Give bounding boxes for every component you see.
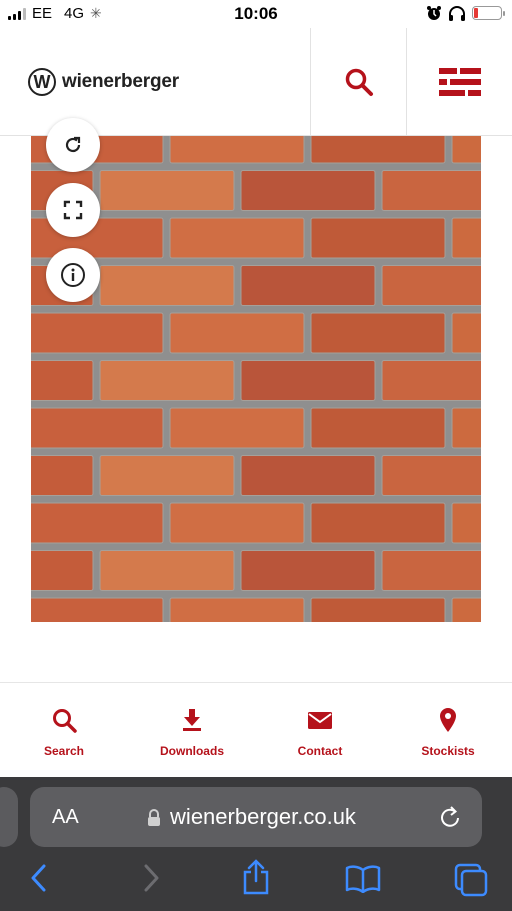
- reload-icon[interactable]: [438, 804, 462, 830]
- previous-tab-preview[interactable]: [0, 787, 18, 847]
- nav-search-label: Search: [43, 744, 85, 758]
- headphones-icon: [449, 6, 465, 21]
- battery-icon: [472, 6, 505, 20]
- bookmarks-icon[interactable]: [345, 865, 381, 893]
- nav-stockists-label: Stockists: [421, 744, 475, 758]
- location-pin-icon: [440, 708, 456, 732]
- address-bar[interactable]: AA wienerberger.co.uk: [30, 787, 482, 847]
- brand-name: wienerberger: [62, 71, 179, 92]
- nav-downloads-label: Downloads: [159, 744, 224, 758]
- mail-icon: [308, 712, 332, 729]
- download-icon: [183, 709, 201, 731]
- info-icon: [61, 263, 85, 287]
- url-text: wienerberger.co.uk: [170, 804, 356, 829]
- rotate-button[interactable]: [46, 118, 100, 172]
- back-icon[interactable]: [28, 863, 50, 893]
- nav-contact-label: Contact: [297, 744, 343, 758]
- header-search-button[interactable]: [311, 28, 406, 135]
- info-button[interactable]: [46, 248, 100, 302]
- share-icon[interactable]: [241, 859, 271, 895]
- brick-menu-icon: [438, 67, 481, 96]
- nav-stockists[interactable]: Stockists: [384, 707, 512, 758]
- nav-downloads[interactable]: Downloads: [128, 707, 256, 758]
- logo-mark-icon: W: [28, 68, 56, 96]
- status-bar: EE 4G ✳ 10:06: [0, 0, 512, 28]
- bottom-nav: Search Downloads Contact Stockists: [0, 682, 512, 778]
- status-right: [426, 5, 505, 21]
- nav-search[interactable]: Search: [0, 707, 128, 758]
- tabs-icon[interactable]: [454, 863, 488, 897]
- fullscreen-icon: [63, 200, 83, 220]
- search-icon: [345, 68, 373, 96]
- fullscreen-button[interactable]: [46, 183, 100, 237]
- nav-contact[interactable]: Contact: [256, 707, 384, 758]
- alarm-icon: [427, 6, 441, 20]
- search-icon: [53, 709, 77, 733]
- forward-icon[interactable]: [140, 863, 162, 893]
- brand-logo[interactable]: W wienerberger: [28, 68, 179, 96]
- rotate-icon: [65, 136, 81, 153]
- browser-toolbar: AA wienerberger.co.uk: [0, 777, 512, 911]
- menu-button[interactable]: [407, 28, 512, 135]
